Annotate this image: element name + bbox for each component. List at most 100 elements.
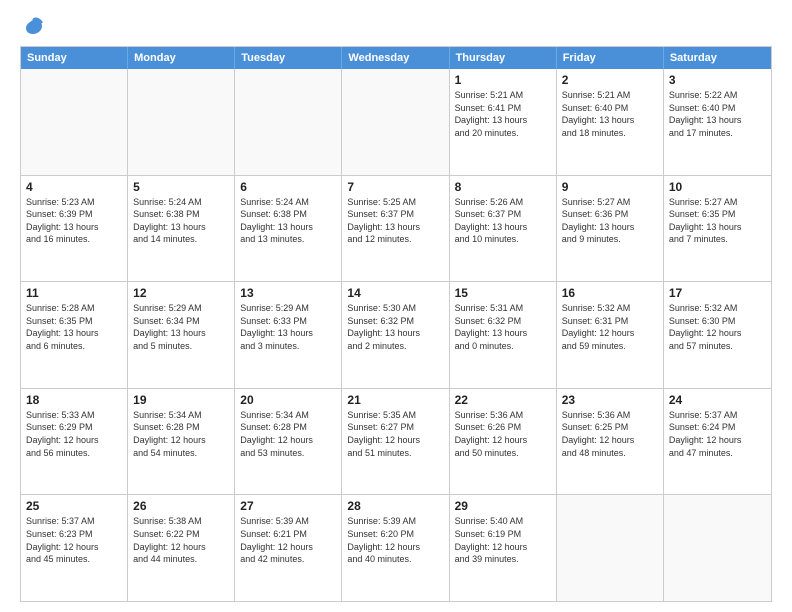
calendar-cell: 2 Sunrise: 5:21 AM Sunset: 6:40 PM Daylig… xyxy=(557,69,664,175)
day-number: 1 xyxy=(455,73,551,87)
calendar-cell: 24 Sunrise: 5:37 AM Sunset: 6:24 PM Dayli… xyxy=(664,389,771,495)
calendar-header-cell: Thursday xyxy=(450,47,557,69)
calendar-header: SundayMondayTuesdayWednesdayThursdayFrid… xyxy=(21,47,771,69)
calendar-cell: 29Sunrise: 5:40 AM Sunset: 6:19 PM Dayli… xyxy=(450,495,557,601)
header xyxy=(20,16,772,38)
calendar-cell xyxy=(128,69,235,175)
day-number: 5 xyxy=(133,180,229,194)
day-info: Sunrise: 5:29 AM Sunset: 6:34 PM Dayligh… xyxy=(133,302,229,352)
calendar-cell: 5Sunrise: 5:24 AM Sunset: 6:38 PM Daylig… xyxy=(128,176,235,282)
calendar-cell: 15 Sunrise: 5:31 AM Sunset: 6:32 PM Dayli… xyxy=(450,282,557,388)
day-info: Sunrise: 5:29 AM Sunset: 6:33 PM Dayligh… xyxy=(240,302,336,352)
calendar-cell: 25 Sunrise: 5:37 AM Sunset: 6:23 PM Dayli… xyxy=(21,495,128,601)
calendar-cell: 16 Sunrise: 5:32 AM Sunset: 6:31 PM Dayli… xyxy=(557,282,664,388)
day-info: Sunrise: 5:32 AM Sunset: 6:31 PM Dayligh… xyxy=(562,302,658,352)
calendar-row: 18 Sunrise: 5:33 AM Sunset: 6:29 PM Dayli… xyxy=(21,388,771,495)
day-number: 12 xyxy=(133,286,229,300)
day-info: Sunrise: 5:39 AM Sunset: 6:20 PM Dayligh… xyxy=(347,515,443,565)
day-info: Sunrise: 5:32 AM Sunset: 6:30 PM Dayligh… xyxy=(669,302,766,352)
day-number: 24 xyxy=(669,393,766,407)
calendar-cell xyxy=(21,69,128,175)
day-number: 16 xyxy=(562,286,658,300)
day-info: Sunrise: 5:31 AM Sunset: 6:32 PM Dayligh… xyxy=(455,302,551,352)
calendar-cell: 6Sunrise: 5:24 AM Sunset: 6:38 PM Daylig… xyxy=(235,176,342,282)
day-info: Sunrise: 5:34 AM Sunset: 6:28 PM Dayligh… xyxy=(240,409,336,459)
calendar: SundayMondayTuesdayWednesdayThursdayFrid… xyxy=(20,46,772,602)
calendar-cell xyxy=(342,69,449,175)
day-info: Sunrise: 5:28 AM Sunset: 6:35 PM Dayligh… xyxy=(26,302,122,352)
day-info: Sunrise: 5:21 AM Sunset: 6:40 PM Dayligh… xyxy=(562,89,658,139)
calendar-cell: 20 Sunrise: 5:34 AM Sunset: 6:28 PM Dayli… xyxy=(235,389,342,495)
day-info: Sunrise: 5:34 AM Sunset: 6:28 PM Dayligh… xyxy=(133,409,229,459)
calendar-row: 4Sunrise: 5:23 AM Sunset: 6:39 PM Daylig… xyxy=(21,175,771,282)
calendar-cell: 18 Sunrise: 5:33 AM Sunset: 6:29 PM Dayli… xyxy=(21,389,128,495)
day-info: Sunrise: 5:25 AM Sunset: 6:37 PM Dayligh… xyxy=(347,196,443,246)
day-info: Sunrise: 5:22 AM Sunset: 6:40 PM Dayligh… xyxy=(669,89,766,139)
logo-bird-icon xyxy=(22,16,44,38)
logo xyxy=(20,16,44,38)
calendar-row: 25 Sunrise: 5:37 AM Sunset: 6:23 PM Dayli… xyxy=(21,494,771,601)
day-number: 14 xyxy=(347,286,443,300)
calendar-header-cell: Wednesday xyxy=(342,47,449,69)
day-number: 15 xyxy=(455,286,551,300)
calendar-header-cell: Sunday xyxy=(21,47,128,69)
day-info: Sunrise: 5:36 AM Sunset: 6:25 PM Dayligh… xyxy=(562,409,658,459)
calendar-cell: 14 Sunrise: 5:30 AM Sunset: 6:32 PM Dayli… xyxy=(342,282,449,388)
day-number: 6 xyxy=(240,180,336,194)
calendar-cell: 13 Sunrise: 5:29 AM Sunset: 6:33 PM Dayli… xyxy=(235,282,342,388)
calendar-cell: 9Sunrise: 5:27 AM Sunset: 6:36 PM Daylig… xyxy=(557,176,664,282)
calendar-cell: 12 Sunrise: 5:29 AM Sunset: 6:34 PM Dayli… xyxy=(128,282,235,388)
calendar-row: 1Sunrise: 5:21 AM Sunset: 6:41 PM Daylig… xyxy=(21,69,771,175)
page: SundayMondayTuesdayWednesdayThursdayFrid… xyxy=(0,0,792,612)
day-info: Sunrise: 5:36 AM Sunset: 6:26 PM Dayligh… xyxy=(455,409,551,459)
day-number: 27 xyxy=(240,499,336,513)
calendar-cell: 27 Sunrise: 5:39 AM Sunset: 6:21 PM Dayli… xyxy=(235,495,342,601)
day-number: 8 xyxy=(455,180,551,194)
day-number: 18 xyxy=(26,393,122,407)
calendar-cell: 7 Sunrise: 5:25 AM Sunset: 6:37 PM Daylig… xyxy=(342,176,449,282)
calendar-header-cell: Tuesday xyxy=(235,47,342,69)
day-number: 19 xyxy=(133,393,229,407)
day-number: 21 xyxy=(347,393,443,407)
calendar-cell xyxy=(664,495,771,601)
day-info: Sunrise: 5:39 AM Sunset: 6:21 PM Dayligh… xyxy=(240,515,336,565)
calendar-cell: 26 Sunrise: 5:38 AM Sunset: 6:22 PM Dayli… xyxy=(128,495,235,601)
day-info: Sunrise: 5:37 AM Sunset: 6:24 PM Dayligh… xyxy=(669,409,766,459)
day-number: 23 xyxy=(562,393,658,407)
day-number: 9 xyxy=(562,180,658,194)
calendar-header-cell: Saturday xyxy=(664,47,771,69)
day-number: 11 xyxy=(26,286,122,300)
day-number: 4 xyxy=(26,180,122,194)
day-number: 25 xyxy=(26,499,122,513)
day-number: 2 xyxy=(562,73,658,87)
calendar-cell: 22Sunrise: 5:36 AM Sunset: 6:26 PM Dayli… xyxy=(450,389,557,495)
day-info: Sunrise: 5:35 AM Sunset: 6:27 PM Dayligh… xyxy=(347,409,443,459)
calendar-cell: 28Sunrise: 5:39 AM Sunset: 6:20 PM Dayli… xyxy=(342,495,449,601)
day-number: 7 xyxy=(347,180,443,194)
day-info: Sunrise: 5:30 AM Sunset: 6:32 PM Dayligh… xyxy=(347,302,443,352)
day-number: 10 xyxy=(669,180,766,194)
calendar-header-cell: Friday xyxy=(557,47,664,69)
day-info: Sunrise: 5:26 AM Sunset: 6:37 PM Dayligh… xyxy=(455,196,551,246)
calendar-body: 1Sunrise: 5:21 AM Sunset: 6:41 PM Daylig… xyxy=(21,69,771,601)
calendar-cell: 23 Sunrise: 5:36 AM Sunset: 6:25 PM Dayli… xyxy=(557,389,664,495)
calendar-cell: 3Sunrise: 5:22 AM Sunset: 6:40 PM Daylig… xyxy=(664,69,771,175)
calendar-cell: 11 Sunrise: 5:28 AM Sunset: 6:35 PM Dayli… xyxy=(21,282,128,388)
calendar-cell: 8 Sunrise: 5:26 AM Sunset: 6:37 PM Daylig… xyxy=(450,176,557,282)
calendar-cell: 4Sunrise: 5:23 AM Sunset: 6:39 PM Daylig… xyxy=(21,176,128,282)
day-info: Sunrise: 5:37 AM Sunset: 6:23 PM Dayligh… xyxy=(26,515,122,565)
calendar-cell: 10 Sunrise: 5:27 AM Sunset: 6:35 PM Dayli… xyxy=(664,176,771,282)
day-number: 13 xyxy=(240,286,336,300)
day-number: 20 xyxy=(240,393,336,407)
day-info: Sunrise: 5:33 AM Sunset: 6:29 PM Dayligh… xyxy=(26,409,122,459)
calendar-header-cell: Monday xyxy=(128,47,235,69)
day-number: 26 xyxy=(133,499,229,513)
calendar-cell: 21 Sunrise: 5:35 AM Sunset: 6:27 PM Dayli… xyxy=(342,389,449,495)
day-number: 17 xyxy=(669,286,766,300)
calendar-cell: 19 Sunrise: 5:34 AM Sunset: 6:28 PM Dayli… xyxy=(128,389,235,495)
calendar-cell xyxy=(557,495,664,601)
day-info: Sunrise: 5:38 AM Sunset: 6:22 PM Dayligh… xyxy=(133,515,229,565)
calendar-row: 11 Sunrise: 5:28 AM Sunset: 6:35 PM Dayli… xyxy=(21,281,771,388)
calendar-cell: 17 Sunrise: 5:32 AM Sunset: 6:30 PM Dayli… xyxy=(664,282,771,388)
day-info: Sunrise: 5:27 AM Sunset: 6:35 PM Dayligh… xyxy=(669,196,766,246)
